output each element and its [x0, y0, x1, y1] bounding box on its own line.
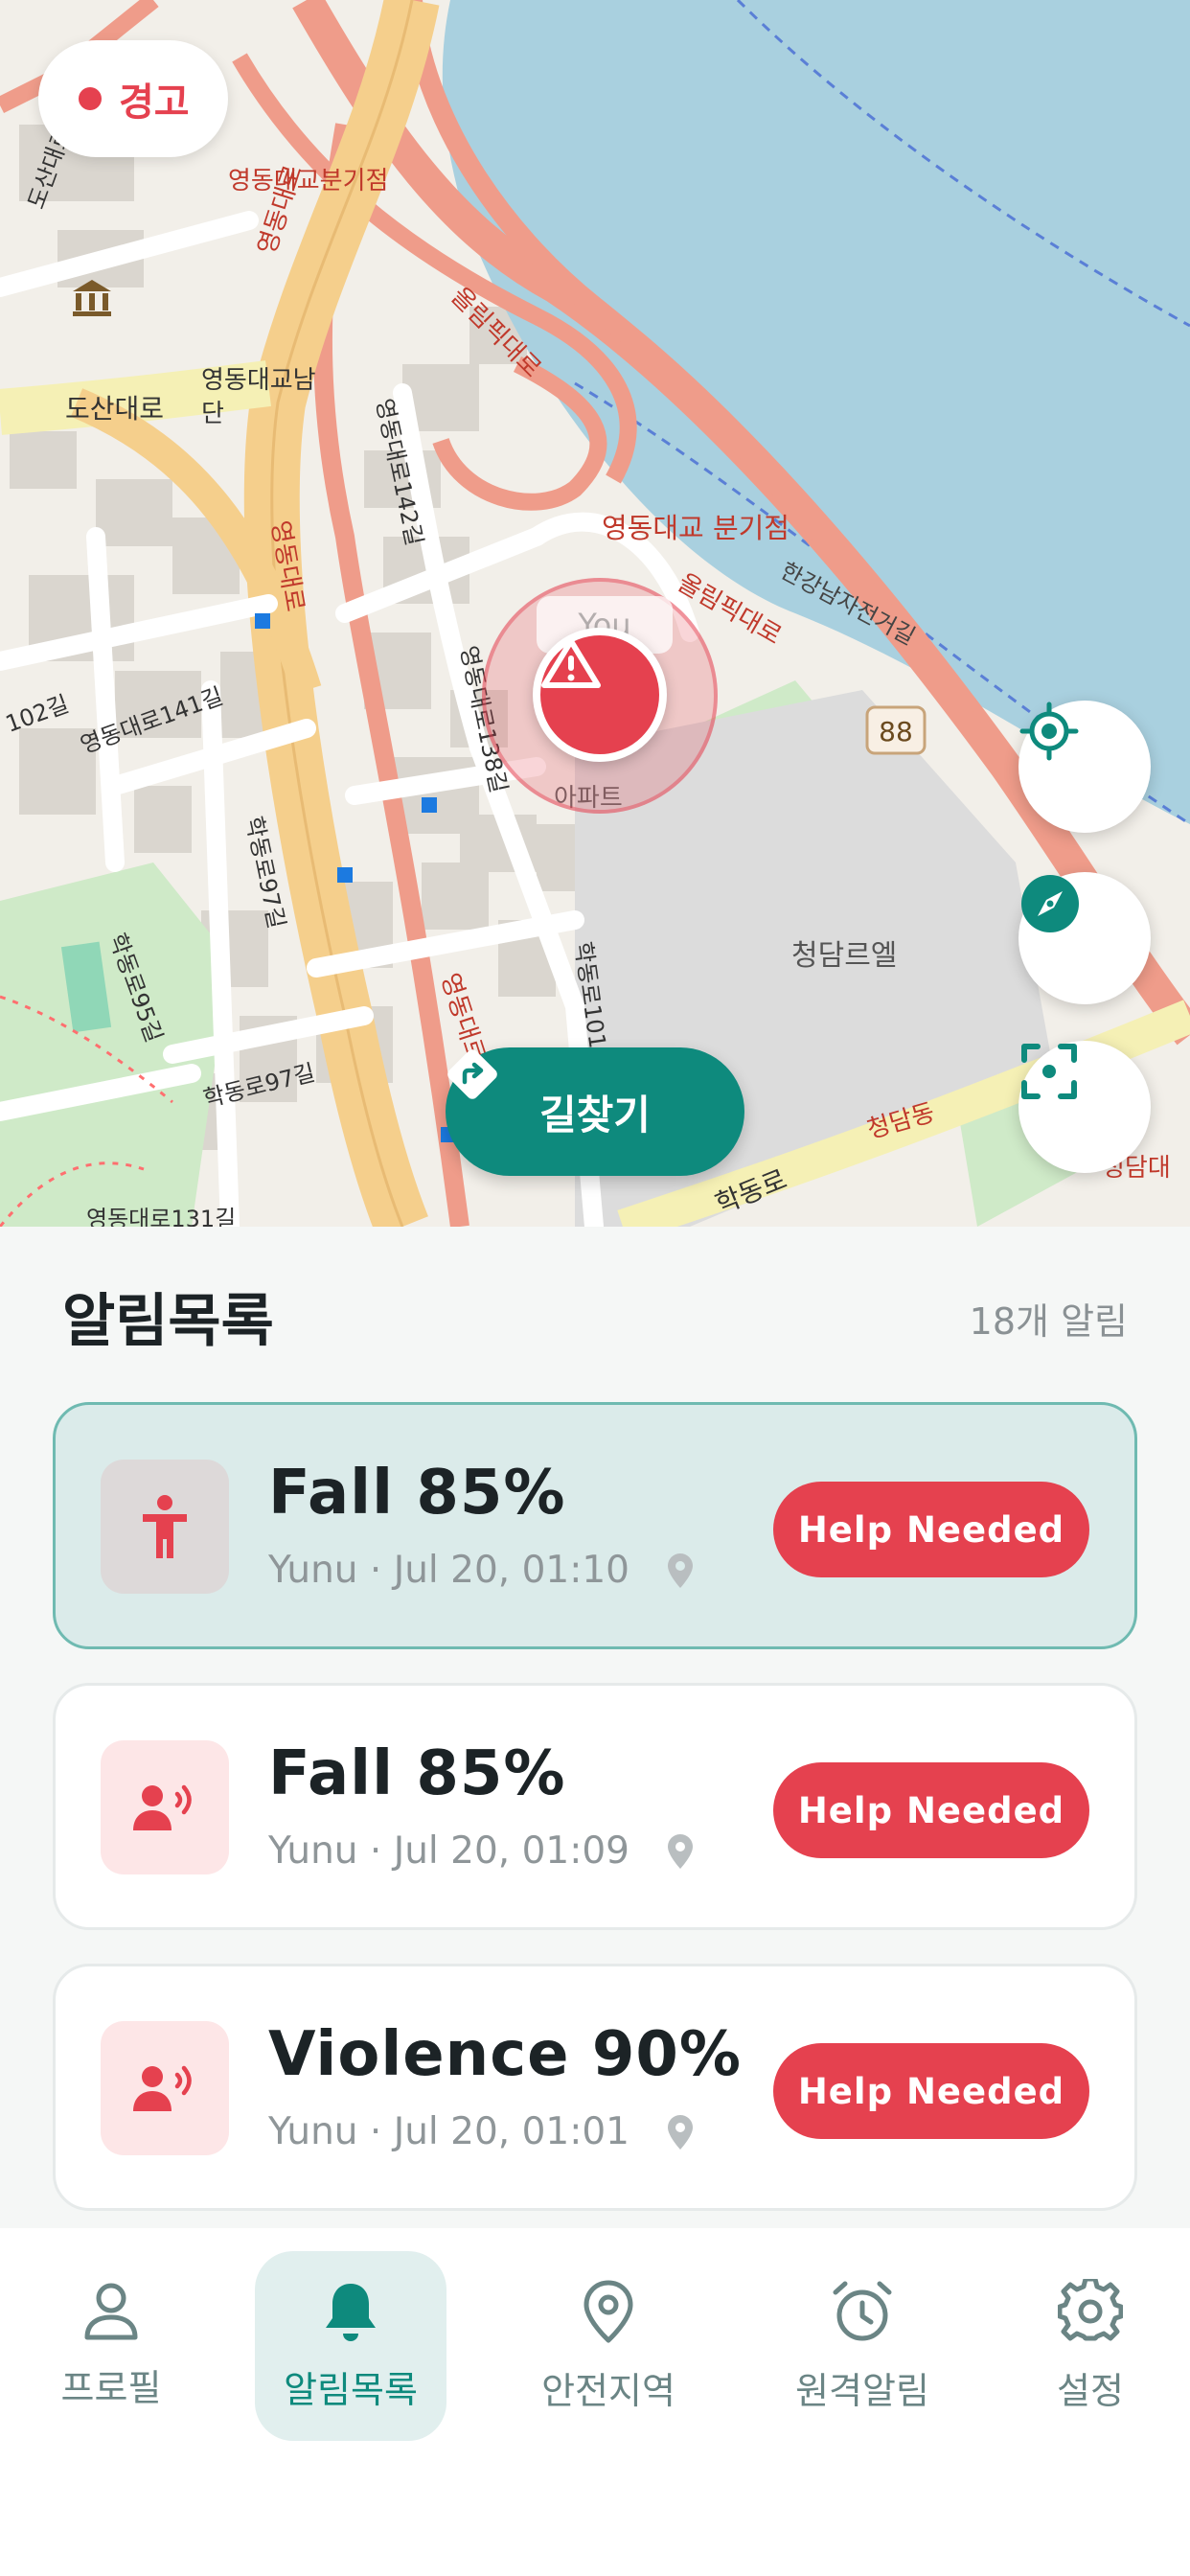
- bell-icon: [326, 2283, 376, 2341]
- directions-label: 길찾기: [539, 1091, 651, 1138]
- alert-card[interactable]: Fall 85% Yunu · Jul 20, 01:09 Help Neede…: [53, 1683, 1137, 1930]
- page-title: 알림목록: [62, 1288, 274, 1355]
- recenter-focus-button[interactable]: [1018, 1041, 1151, 1173]
- map-view[interactable]: 88 영동대교분기점 영동대로 도산대로 영동대교남단 올림픽대로 영동대교 분…: [0, 0, 1190, 1227]
- bottom-tab-bar: 프로필 알림목록 안전지역 원격알림 설정: [0, 2228, 1190, 2576]
- tab-label: 알림목록: [284, 2368, 418, 2411]
- map-label: 영동대교분기점: [228, 167, 389, 196]
- help-needed-button[interactable]: Help Needed: [773, 1762, 1089, 1858]
- alert-meta-text: Yunu · Jul 20, 01:01: [268, 2110, 629, 2153]
- tab-label: 프로필: [60, 2366, 162, 2409]
- directions-icon: [447, 1049, 497, 1099]
- alert-type-icon-box: [101, 2021, 229, 2155]
- route-number-badge: 88: [879, 716, 913, 748]
- alert-meta-text: Yunu · Jul 20, 01:09: [268, 1829, 629, 1873]
- tab-safe-zone[interactable]: 안전지역: [517, 2251, 699, 2441]
- alert-card[interactable]: Fall 85% Yunu · Jul 20, 01:10 Help Neede…: [53, 1402, 1137, 1649]
- tab-label: 안전지역: [541, 2369, 675, 2412]
- compass-button[interactable]: [1018, 872, 1151, 1004]
- warning-triangle-icon: [541, 638, 601, 688]
- tab-label: 원격알림: [795, 2369, 929, 2412]
- alert-type-icon-box: [101, 1740, 229, 1874]
- location-pin-icon[interactable]: [667, 1833, 693, 1869]
- alert-dot-icon: [79, 87, 102, 110]
- tab-alerts[interactable]: 알림목록: [255, 2251, 446, 2441]
- tab-label: 설정: [1057, 2369, 1124, 2412]
- tab-profile[interactable]: 프로필: [29, 2251, 194, 2441]
- sound-alert-icon: [133, 2065, 192, 2111]
- alert-list-sheet: 알림목록 18개 알림 Fall 85% Yunu · Jul 20, 01:1…: [0, 1227, 1190, 2228]
- crosshair-location-icon: [1019, 702, 1079, 761]
- help-needed-button[interactable]: Help Needed: [773, 2043, 1089, 2139]
- fall-person-icon: [143, 1495, 187, 1558]
- map-label: 영동대로131길: [86, 1206, 237, 1227]
- location-pin-icon[interactable]: [667, 1552, 693, 1588]
- alert-card[interactable]: Violence 90% Yunu · Jul 20, 01:01 Help N…: [53, 1964, 1137, 2211]
- compass-icon: [1021, 875, 1079, 932]
- alert-status-label: 경고: [119, 80, 190, 125]
- alert-title: Violence 90%: [268, 2019, 743, 2090]
- help-needed-button[interactable]: Help Needed: [773, 1482, 1089, 1577]
- directions-button[interactable]: 길찾기: [446, 1047, 744, 1176]
- tab-settings[interactable]: 설정: [1016, 2251, 1165, 2441]
- alert-type-icon-box: [101, 1460, 229, 1594]
- alert-meta: Yunu · Jul 20, 01:09: [268, 1829, 693, 1873]
- gear-icon: [1058, 2278, 1123, 2340]
- alert-status-chip[interactable]: 경고: [38, 40, 228, 157]
- my-location-button[interactable]: [1018, 701, 1151, 833]
- map-label: 영동대교남단: [201, 366, 316, 429]
- alert-meta: Yunu · Jul 20, 01:10: [268, 1549, 693, 1592]
- alert-title: Fall 85%: [268, 1738, 566, 1809]
- alert-meta-text: Yunu · Jul 20, 01:10: [268, 1549, 629, 1592]
- alarm-clock-icon: [833, 2281, 892, 2340]
- tab-remote-alarm[interactable]: 원격알림: [776, 2251, 949, 2441]
- map-label: 영동대교 분기점: [602, 512, 790, 544]
- user-alert-marker[interactable]: [533, 628, 667, 762]
- alert-title: Fall 85%: [268, 1458, 566, 1529]
- alert-count: 18개 알림: [969, 1300, 1128, 1343]
- location-pin-icon: [584, 2280, 633, 2342]
- person-icon: [84, 2283, 138, 2339]
- alert-meta: Yunu · Jul 20, 01:01: [268, 2110, 693, 2153]
- map-label: 청담르엘: [791, 939, 898, 973]
- location-pin-icon[interactable]: [667, 2114, 693, 2150]
- focus-frame-icon: [1021, 1044, 1077, 1099]
- sound-alert-icon: [133, 1784, 192, 1830]
- map-label: 도산대로: [65, 393, 165, 425]
